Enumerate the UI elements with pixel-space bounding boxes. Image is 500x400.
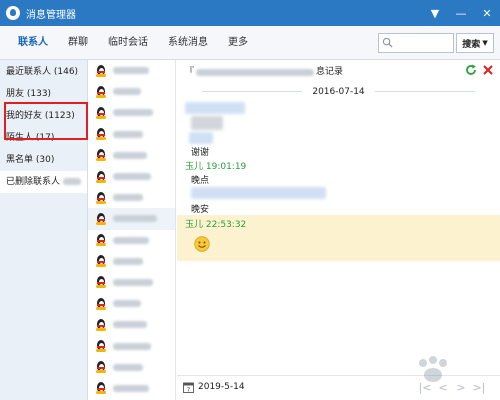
message-sender: 玉儿 19:01:19	[185, 162, 247, 172]
qq-penguin-avatar-icon	[95, 64, 107, 77]
blurred-contact-name	[113, 130, 143, 138]
blurred-contact-name	[113, 300, 141, 308]
minimize-icon[interactable]: —	[448, 0, 474, 26]
blurred-message	[185, 102, 245, 114]
blurred-contact-name	[113, 173, 151, 181]
qq-penguin-avatar-icon	[95, 212, 107, 225]
contact-list-item[interactable]	[88, 60, 175, 81]
qq-penguin-avatar-icon	[95, 106, 107, 119]
qq-penguin-avatar-icon	[95, 382, 107, 395]
contact-list-item[interactable]	[88, 124, 175, 145]
search-button[interactable]: 搜索 ▼	[456, 33, 494, 53]
dropdown-menu-icon[interactable]: ▼	[422, 0, 448, 26]
calendar-icon[interactable]: 7	[183, 382, 194, 393]
category-tabs: 联系人 群聊 临时会话 系统消息 更多 搜索 ▼	[0, 26, 500, 60]
message-sender: 玉儿 22:53:32	[185, 220, 247, 230]
search-icon	[382, 37, 393, 48]
delete-icon[interactable]	[482, 64, 494, 76]
highlight-frame	[4, 102, 88, 140]
blurred-contact-name	[113, 109, 153, 117]
contact-list-item[interactable]	[88, 357, 175, 378]
title-bar: 消息管理器 ▼ — ✕	[0, 0, 500, 26]
qq-penguin-avatar-icon	[95, 297, 107, 310]
contact-list-item[interactable]	[88, 187, 175, 208]
blurred-contact-name	[113, 236, 149, 244]
blurred-contact-name	[113, 151, 147, 159]
contact-list	[88, 60, 176, 400]
footer-date: 2019-5-14	[198, 382, 245, 392]
baidu-paw-watermark-icon	[419, 356, 447, 382]
search-button-label: 搜索	[462, 39, 481, 50]
contact-list-item[interactable]	[88, 251, 175, 272]
blurred-contact-name	[113, 194, 143, 202]
tab-temp-session[interactable]: 临时会话	[98, 26, 158, 60]
blurred-contact-name	[113, 384, 149, 392]
blurred-contact-name	[113, 88, 141, 96]
contact-list-item[interactable]	[88, 378, 175, 399]
refresh-icon[interactable]	[465, 64, 477, 76]
qq-penguin-avatar-icon	[95, 255, 107, 268]
blurred-contact-name	[113, 67, 149, 75]
category-deleted-contacts[interactable]: 已删除联系人	[0, 171, 87, 193]
qq-penguin-avatar-icon	[95, 170, 107, 183]
contact-list-item[interactable]	[88, 208, 175, 230]
blurred-count	[62, 178, 81, 185]
message-text: 晚点	[191, 176, 210, 186]
message-header-suffix: 息记录	[316, 67, 344, 77]
qq-penguin-avatar-icon	[95, 128, 107, 141]
blurred-contact-name	[113, 342, 151, 350]
qq-penguin-avatar-icon	[95, 361, 107, 374]
qq-penguin-avatar-icon	[95, 234, 107, 247]
message-text: 晚安	[191, 205, 210, 215]
contact-list-item[interactable]	[88, 145, 175, 166]
window-controls: ▼ — ✕	[422, 0, 500, 26]
blurred-contact-name	[196, 68, 315, 76]
message-text: 谢谢	[191, 148, 210, 158]
blurred-contact-name	[113, 278, 153, 286]
qq-penguin-avatar-icon	[95, 340, 107, 353]
blurred-contact-name	[113, 363, 143, 371]
tab-contacts[interactable]: 联系人	[8, 26, 58, 60]
tab-system-messages[interactable]: 系统消息	[158, 26, 218, 60]
blurred-contact-name	[113, 215, 157, 223]
tab-more[interactable]: 更多	[218, 26, 258, 60]
close-icon[interactable]: ✕	[474, 0, 500, 26]
contact-list-item[interactable]	[88, 102, 175, 123]
qq-penguin-avatar-icon	[95, 276, 107, 289]
blurred-message	[191, 187, 326, 199]
window-title: 消息管理器	[26, 9, 76, 21]
header-actions	[460, 64, 494, 76]
contact-list-item[interactable]	[88, 81, 175, 102]
qq-logo-icon	[6, 6, 20, 20]
contact-list-item[interactable]	[88, 230, 175, 251]
qq-penguin-avatar-icon	[95, 85, 107, 98]
search-box	[378, 33, 454, 53]
blurred-contact-name	[113, 321, 147, 329]
contact-list-item[interactable]	[88, 314, 175, 335]
category-blacklist[interactable]: 黑名单 (30)	[0, 149, 87, 171]
tab-group-chat[interactable]: 群聊	[58, 26, 98, 60]
blurred-contact-name	[113, 257, 143, 265]
smiley-emoji-icon	[194, 236, 210, 252]
blurred-message	[191, 116, 223, 130]
qq-penguin-avatar-icon	[95, 318, 107, 331]
message-header: 『 息记录	[185, 64, 343, 80]
contact-list-item[interactable]	[88, 335, 175, 356]
contact-list-item[interactable]	[88, 272, 175, 293]
date-separator: 2016-07-14	[177, 87, 500, 97]
category-recent-contacts[interactable]: 最近联系人 (146)	[0, 61, 87, 83]
svg-text:7: 7	[187, 387, 191, 393]
message-history-panel: 『 息记录 2016-07-14 谢谢 玉儿 19:01:19 晚点 晚安 玉儿…	[177, 60, 500, 400]
contact-list-item[interactable]	[88, 166, 175, 187]
qq-penguin-avatar-icon	[95, 191, 107, 204]
chevron-down-icon: ▼	[482, 39, 488, 47]
contact-list-item[interactable]	[88, 293, 175, 314]
blurred-message	[189, 132, 213, 144]
qq-penguin-avatar-icon	[95, 149, 107, 162]
